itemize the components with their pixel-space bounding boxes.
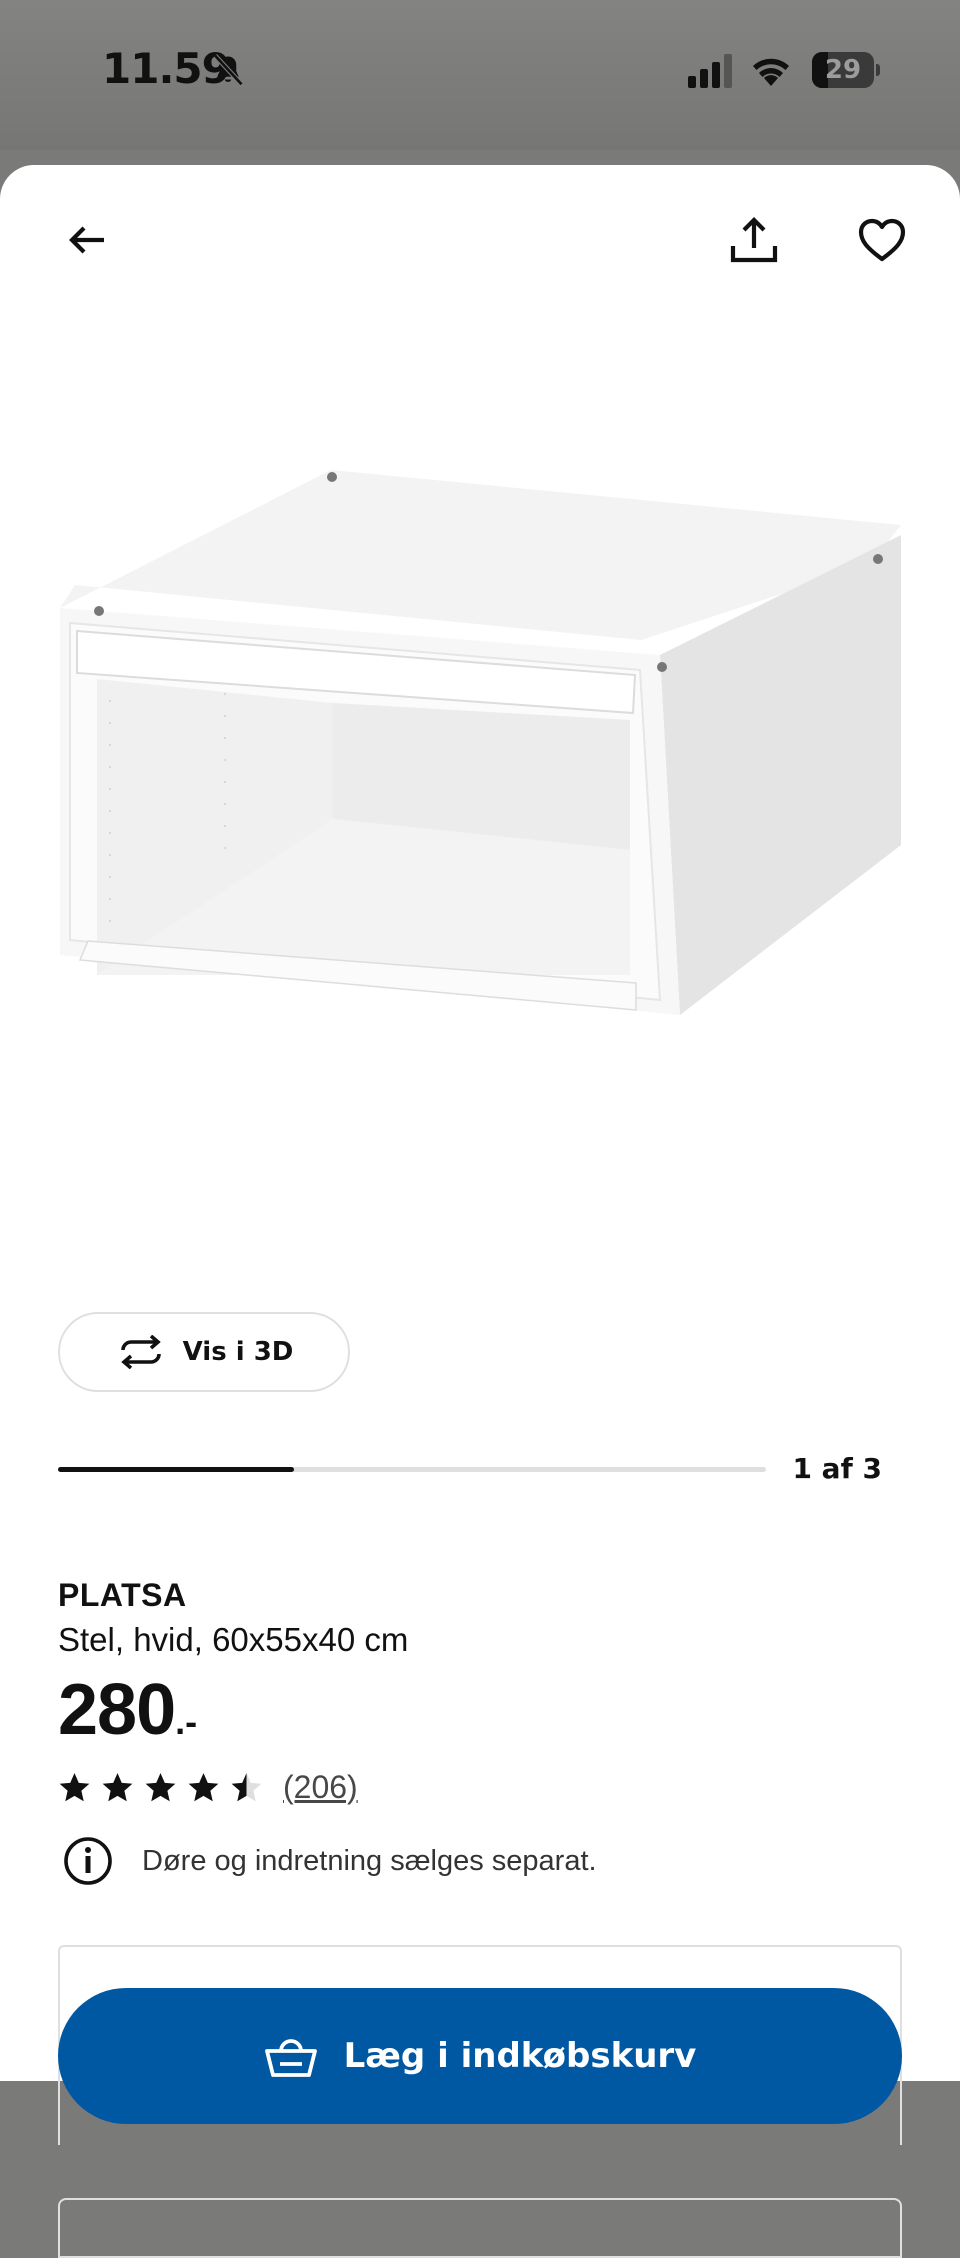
favorite-button[interactable]	[842, 200, 922, 280]
product-name: PLATSA	[58, 1577, 187, 1613]
gallery-counter: 1 af 3	[792, 1452, 882, 1485]
star-icon	[59, 1772, 90, 1801]
notice-text: Døre og indretning sælges separat.	[142, 1844, 597, 1877]
add-to-cart-label: Læg i indkøbskurv	[343, 2036, 697, 2076]
star-icon	[188, 1772, 219, 1801]
rotate-icon	[120, 1335, 161, 1369]
rating-stars	[58, 1771, 263, 1804]
heart-icon	[858, 218, 906, 262]
next-section-card	[58, 2198, 902, 2258]
view-3d-button[interactable]: Vis i 3D	[58, 1312, 350, 1392]
notice: Døre og indretning sælges separat.	[62, 1835, 597, 1887]
wifi-icon	[753, 58, 789, 86]
bell-slash-icon	[213, 54, 244, 86]
arrow-left-icon	[69, 226, 104, 254]
star-icon	[231, 1772, 262, 1801]
back-button[interactable]	[48, 200, 128, 280]
share-button[interactable]	[714, 200, 794, 280]
view-3d-label: Vis i 3D	[182, 1337, 294, 1367]
cellular-signal-icon	[688, 54, 732, 88]
share-icon	[730, 217, 778, 263]
basket-icon	[264, 2039, 317, 2077]
status-bar: 11.59 29	[0, 0, 960, 150]
info-icon	[64, 1837, 112, 1885]
add-to-cart-button[interactable]: Læg i indkøbskurv	[58, 1988, 902, 2124]
star-icon	[145, 1772, 176, 1801]
product-price: 280 .-	[58, 1669, 197, 1751]
product-sheet: Vis i 3D 1 af 3 PLATSA Stel, hvid, 60x55…	[0, 165, 960, 2258]
gallery-progress[interactable]	[58, 1467, 766, 1472]
star-icon	[102, 1772, 133, 1801]
gallery-progress-fill	[58, 1467, 294, 1472]
product-image[interactable]	[40, 455, 920, 1315]
battery-icon: 29	[812, 52, 880, 88]
review-count-link[interactable]: (206)	[283, 1769, 358, 1806]
product-description: Stel, hvid, 60x55x40 cm	[58, 1621, 409, 1658]
price-suffix: .-	[175, 1701, 198, 1742]
price-amount: 280	[58, 1670, 176, 1750]
battery-level: 29	[824, 55, 862, 85]
rating[interactable]: (206)	[58, 1767, 358, 1807]
